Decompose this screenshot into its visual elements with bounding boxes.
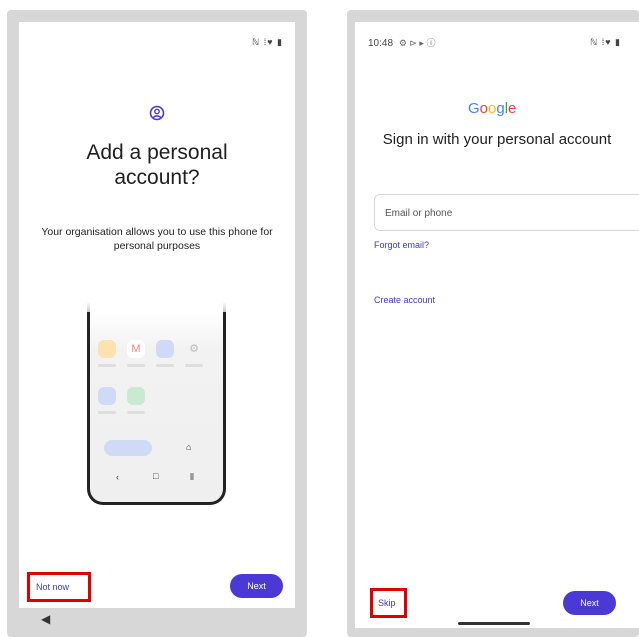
google-sign-in-screen: 10:48 ⚙ ⊳ ▸ ⓘ ℕ ⁞♥ ▮ Google Sign in with… bbox=[355, 22, 639, 628]
account-circle-icon bbox=[149, 105, 165, 121]
create-account-link[interactable]: Create account bbox=[374, 295, 435, 305]
page-title: Sign in with your personal account bbox=[382, 131, 612, 148]
skip-highlight: Skip bbox=[370, 588, 407, 618]
app-label bbox=[98, 411, 116, 414]
app-label bbox=[127, 364, 145, 367]
settings-icon: ⚙ bbox=[189, 343, 199, 355]
next-button[interactable]: Next bbox=[230, 574, 283, 598]
home-nav-icon: □ bbox=[153, 471, 159, 481]
not-now-button[interactable]: Not now bbox=[36, 582, 69, 592]
back-nav-icon: ‹ bbox=[116, 472, 119, 482]
back-icon[interactable]: ◀ bbox=[41, 612, 50, 626]
status-icons: ℕ ⁞♥ ▮ bbox=[589, 37, 621, 47]
app-icon bbox=[98, 340, 116, 358]
app-label bbox=[127, 411, 145, 414]
google-logo: Google bbox=[468, 100, 516, 118]
gmail-icon: M bbox=[127, 340, 145, 358]
app-icon bbox=[156, 340, 174, 358]
add-personal-account-screen: ℕ ⁞♥ ▮ Add a personal account? Your orga… bbox=[19, 22, 295, 608]
android-app-icon bbox=[127, 387, 145, 405]
google-logo-letter: o bbox=[479, 100, 489, 117]
status-time: 10:48 bbox=[368, 38, 394, 49]
status-bar: 10:48 ⚙ ⊳ ▸ ⓘ bbox=[368, 36, 435, 49]
page-subtitle: Your organisation allows you to use this… bbox=[41, 226, 273, 252]
forgot-email-link[interactable]: Forgot email? bbox=[374, 240, 429, 250]
recents-nav-icon: ⦀ bbox=[190, 472, 194, 482]
home-gesture-bar[interactable] bbox=[458, 622, 530, 625]
notification-icons: ⚙ ⊳ ▸ ⓘ bbox=[398, 38, 436, 48]
not-now-highlight: Not now bbox=[27, 572, 91, 602]
search-bar-pill bbox=[104, 440, 152, 456]
skip-button[interactable]: Skip bbox=[378, 598, 396, 608]
right-phone-frame: 10:48 ⚙ ⊳ ▸ ⓘ ℕ ⁞♥ ▮ Google Sign in with… bbox=[347, 10, 639, 637]
page-title: Add a personal account? bbox=[86, 141, 228, 189]
app-label bbox=[98, 364, 116, 367]
google-logo-letter: g bbox=[496, 100, 505, 117]
google-logo-letter: G bbox=[468, 100, 480, 117]
left-phone-frame: ℕ ⁞♥ ▮ Add a personal account? Your orga… bbox=[7, 10, 307, 637]
camera-icon: ⌂ bbox=[186, 442, 192, 452]
email-placeholder: Email or phone bbox=[385, 208, 453, 219]
phone-app-icon bbox=[98, 387, 116, 405]
next-button[interactable]: Next bbox=[563, 591, 616, 615]
app-label bbox=[185, 364, 203, 367]
google-logo-letter: e bbox=[508, 100, 517, 117]
app-label bbox=[156, 364, 174, 367]
status-icons: ℕ ⁞♥ ▮ bbox=[251, 37, 283, 47]
email-field[interactable]: Email or phone bbox=[374, 194, 639, 231]
phone-illustration: M ⚙ ⌂ ‹ □ ⦀ bbox=[87, 312, 226, 505]
